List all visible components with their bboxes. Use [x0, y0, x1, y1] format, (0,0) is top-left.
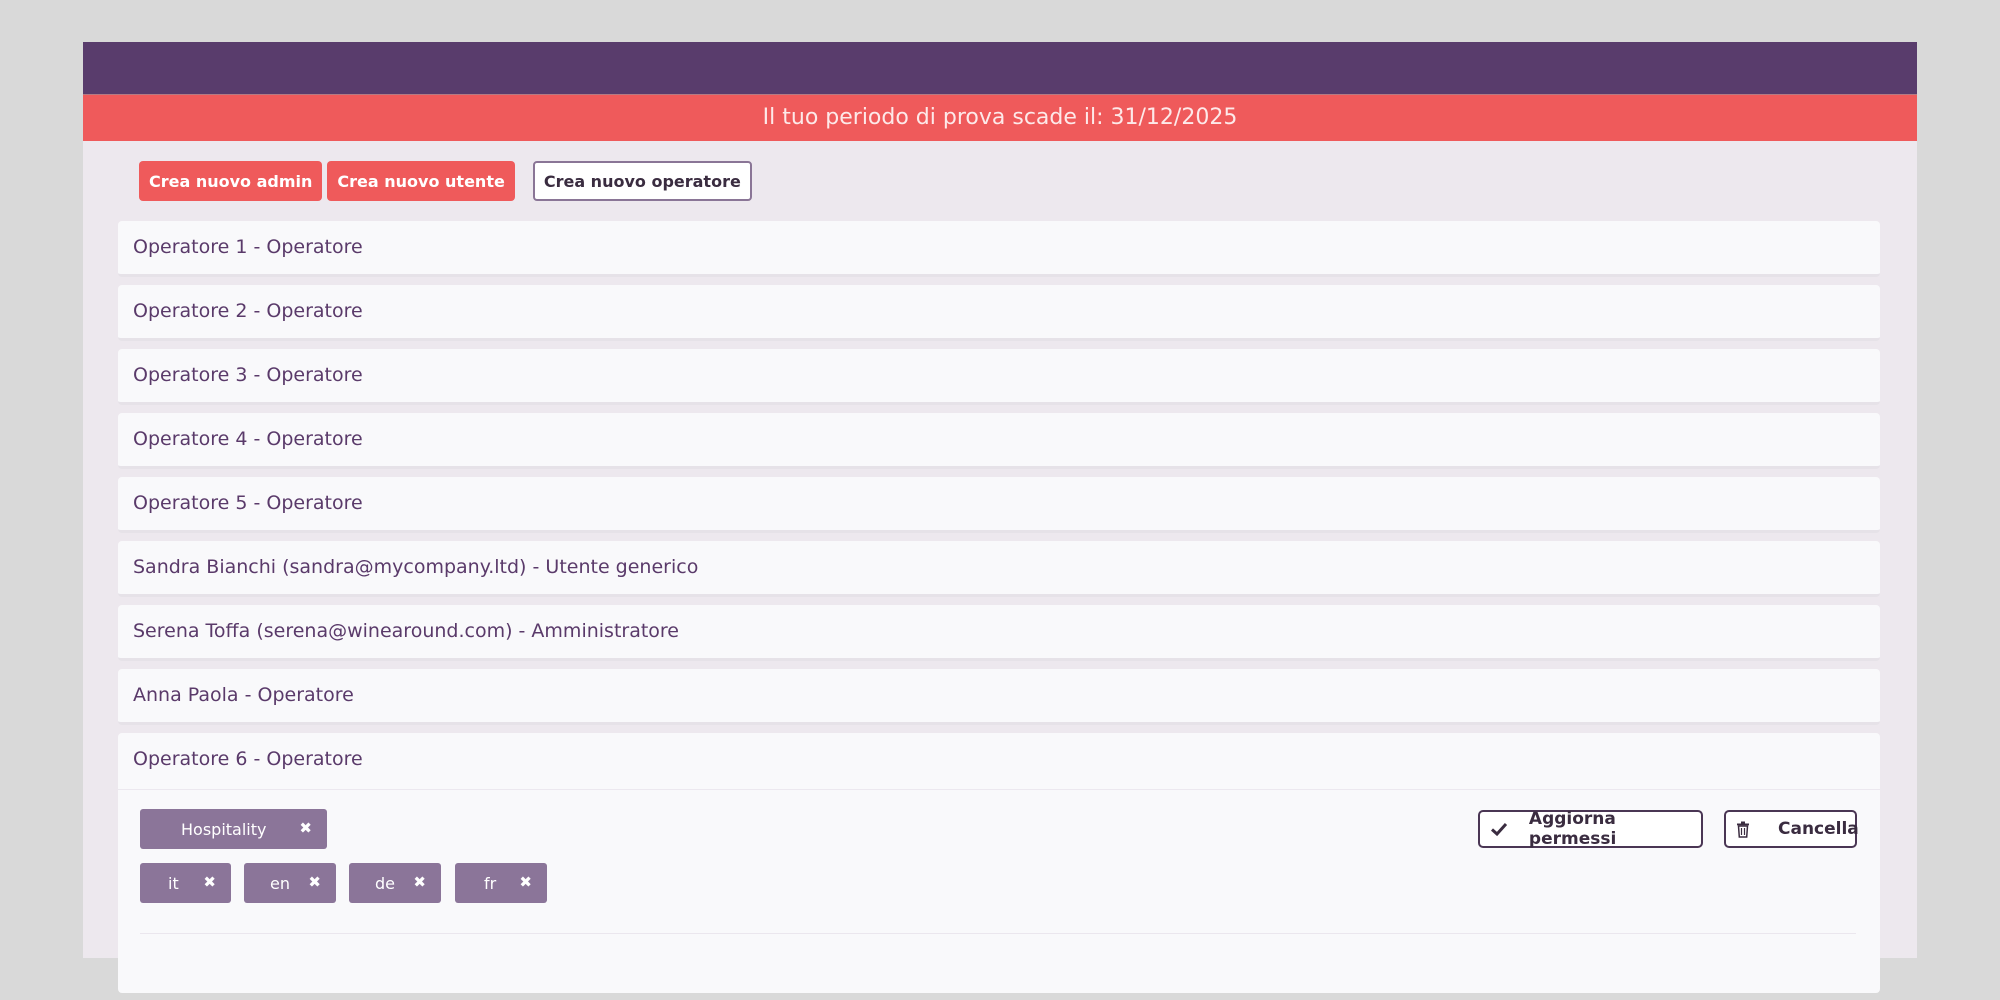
section-divider [140, 933, 1856, 934]
user-row[interactable]: Serena Toffa (serena@winearound.com) - A… [118, 605, 1880, 661]
language-tag: de ✖ [349, 863, 441, 903]
user-row[interactable]: Operatore 2 - Operatore [118, 285, 1880, 341]
category-tag-label: Hospitality [181, 819, 267, 839]
create-operator-button[interactable]: Crea nuovo operatore [532, 161, 752, 201]
check-icon [1490, 820, 1513, 838]
trash-icon [1736, 821, 1750, 838]
create-admin-button[interactable]: Crea nuovo admin [139, 161, 323, 201]
user-row[interactable]: Operatore 5 - Operatore [118, 477, 1880, 533]
close-icon[interactable]: ✖ [519, 873, 532, 891]
language-tag-label: it [168, 873, 179, 893]
language-tag-label: de [375, 873, 395, 893]
category-tag: Hospitality ✖ [140, 809, 327, 849]
language-tag: it ✖ [140, 863, 231, 903]
close-icon[interactable]: ✖ [203, 873, 216, 891]
close-icon[interactable]: ✖ [413, 873, 426, 891]
close-icon[interactable]: ✖ [299, 819, 312, 837]
language-tag: en ✖ [244, 863, 336, 903]
user-row[interactable]: Anna Paola - Operatore [118, 669, 1880, 725]
top-navbar [83, 42, 1917, 95]
user-row[interactable]: Sandra Bianchi (sandra@mycompany.ltd) - … [118, 541, 1880, 597]
create-user-button[interactable]: Crea nuovo utente [327, 161, 515, 201]
user-row[interactable]: Operatore 4 - Operatore [118, 413, 1880, 469]
update-permissions-label: Aggiorna permessi [1528, 809, 1617, 849]
delete-button[interactable]: Cancella [1724, 810, 1859, 848]
language-tag: fr ✖ [455, 863, 547, 903]
close-icon[interactable]: ✖ [308, 873, 321, 891]
update-permissions-button[interactable]: Aggiorna permessi [1478, 809, 1703, 849]
trial-banner: Il tuo periodo di prova scade il: 31/12/… [83, 95, 1917, 141]
user-row[interactable]: Operatore 1 - Operatore [118, 221, 1880, 277]
action-bar: Crea nuovo admin Crea nuovo utente Crea … [139, 161, 752, 201]
language-tag-label: fr [484, 873, 497, 893]
expanded-user-row[interactable]: Operatore 6 - Operatore [118, 733, 1880, 790]
user-row[interactable]: Operatore 3 - Operatore [118, 349, 1880, 405]
delete-label: Cancella [1778, 819, 1859, 839]
language-tag-label: en [270, 873, 290, 893]
